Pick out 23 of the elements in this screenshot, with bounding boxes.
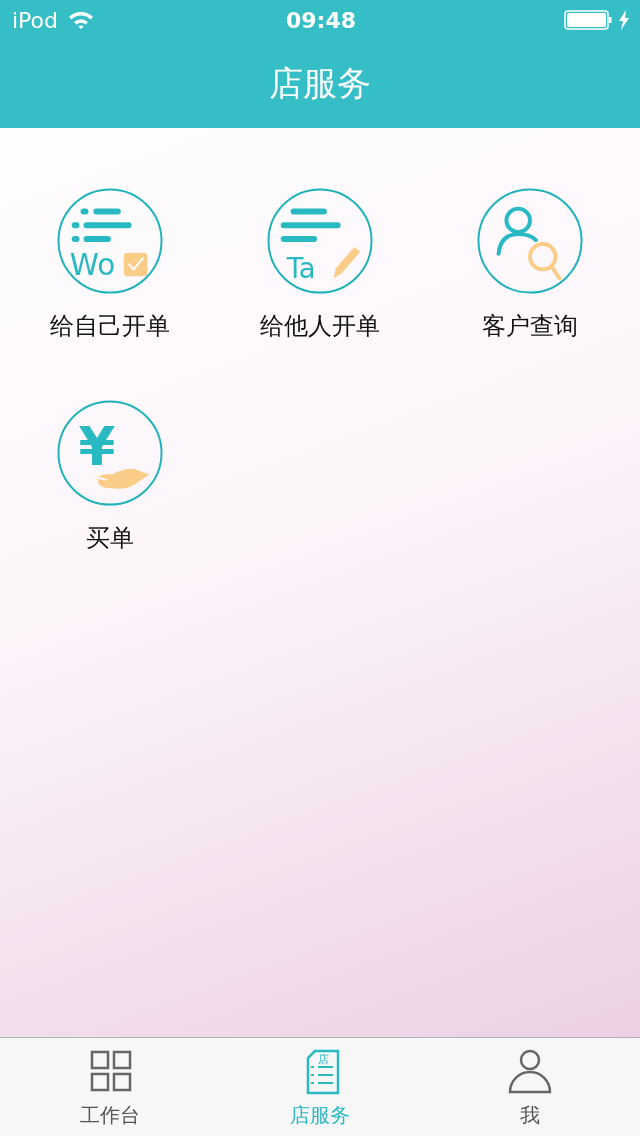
service-icon[interactable]: Wo <box>56 188 164 294</box>
service-icon[interactable]: Ta <box>266 188 374 294</box>
wifi-icon <box>68 10 95 30</box>
icon-letters: ¥ <box>78 415 116 477</box>
icon-letters: Wo <box>69 248 116 283</box>
service-label: 给自己开单 <box>50 311 170 342</box>
service-icon[interactable]: ¥ <box>56 400 164 506</box>
status-time: 09:48 <box>286 7 356 33</box>
checkbox-icon <box>123 252 148 277</box>
tab[interactable]: 工作台 <box>5 1038 215 1136</box>
service-label: 给他人开单 <box>260 311 380 342</box>
service-label: 客户查询 <box>482 311 578 342</box>
carrier-label: iPod <box>12 7 59 33</box>
service-icon[interactable] <box>476 188 584 294</box>
tab[interactable]: 店 店服务 <box>215 1038 425 1136</box>
battery-icon <box>564 10 612 30</box>
charging-icon <box>618 10 630 30</box>
icon-letters: Ta <box>286 252 316 285</box>
icon-letter: 店 <box>318 1053 329 1066</box>
page-title: 店服务 <box>269 62 371 105</box>
person-icon <box>506 1048 554 1096</box>
service-label: 买单 <box>86 523 134 554</box>
tab[interactable]: 我 <box>425 1038 635 1136</box>
